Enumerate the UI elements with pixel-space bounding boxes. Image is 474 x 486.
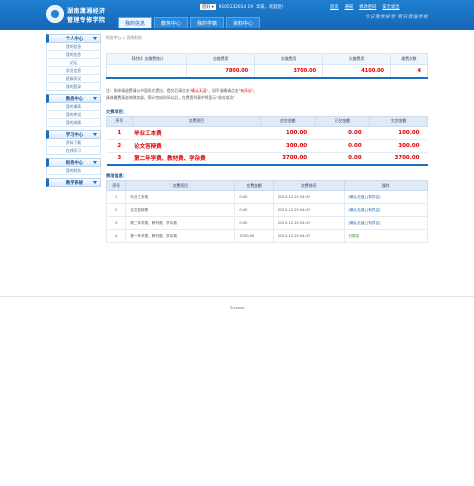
sidebar-group-academic: 教务中心 我的课表 我的考试 我的成绩: [46, 94, 101, 127]
tab-academic-center[interactable]: 教务中心: [154, 17, 189, 28]
chevron-down-icon: [93, 133, 97, 136]
column-header: 交费金额: [234, 180, 274, 191]
summary-header: 【财务】应缴费统计: [105, 53, 188, 65]
column-header: 欠交金额: [369, 115, 428, 127]
sidebar: 个人中心 我的信息 我的信息 论坛 学员信息 班级状况 我的登录 教务中心 我的…: [46, 34, 101, 190]
summary-header: 应缴费用: [186, 53, 256, 65]
school-seal-icon: [46, 5, 64, 23]
fee-summary-table: 【财务】应缴费统计 应缴费用 实缴费用 欠缴费用 缴费次数 7800.00 37…: [105, 53, 428, 79]
confirm-link[interactable]: [确认无误]: [349, 208, 366, 212]
account-name: 华某，欢迎您!: [255, 5, 284, 10]
summary-header: 实缴费用: [254, 53, 324, 65]
note-line: 具体缴费请咨询财务部，预计完成时间以后，在费用列表中将显示“核对成功”: [106, 95, 236, 100]
logout-link[interactable]: 安全退出: [382, 4, 399, 10]
dispute-link[interactable]: [有异议]: [367, 208, 381, 212]
sidebar-item[interactable]: 在线学习: [46, 147, 101, 155]
tab-my-info[interactable]: 我的信息: [118, 17, 153, 28]
table-row: 1 毕业工本费 0.00 2013-12-20 04:47 [确认无误] [有异…: [105, 190, 429, 204]
account-bar: 您好 ▾ 9105132014 19 华某，欢迎您!: [200, 3, 283, 11]
sidebar-item[interactable]: 学员信息: [46, 67, 101, 75]
column-header: 交费时间: [272, 180, 345, 191]
summary-header: 欠缴费用: [322, 53, 392, 65]
greeting-select[interactable]: 您好 ▾: [200, 4, 216, 10]
change-password-link[interactable]: 修改密码: [359, 4, 376, 10]
chevron-down-icon: [93, 161, 97, 164]
notice-link[interactable]: 通知: [345, 4, 354, 10]
confirm-link[interactable]: [确认无误]: [349, 195, 366, 199]
footer: ©xxxxx: [0, 296, 474, 310]
top-links: 首页 通知 修改密码 安全退出: [330, 3, 400, 11]
main-nav: 我的信息 教务中心 我的学籍 资料中心: [118, 17, 261, 28]
table-row: 1 毕业工本费 100.00 0.00 100.00: [106, 125, 428, 140]
column-header: 序号: [106, 115, 133, 127]
table-row: 3 第二年学费、教材费、学杂费 0.00 2013-12-20 04:47 [确…: [105, 216, 429, 230]
sidebar-group-personal: 个人中心 我的信息 我的信息 论坛 学员信息 班级状况 我的登录: [46, 34, 101, 91]
table-row: 3 第二年学费、教材费、学杂费 3700.00 0.00 3700.00: [106, 151, 428, 166]
fee-items-table: 序号 交费项目 应交金额 已交金额 欠交金额 1 毕业工本费 100.00 0.…: [106, 115, 428, 166]
column-header: 序号: [105, 180, 127, 191]
column-header: 应交金额: [260, 115, 316, 127]
logo-line1: 湖南潇湘经济: [67, 8, 106, 15]
status-badge: 已核实: [348, 233, 360, 238]
logo-line2: 管理专修学院: [67, 17, 106, 24]
sidebar-item[interactable]: 我的信息: [46, 43, 101, 51]
column-header: 已交金额: [314, 115, 371, 127]
fee-items-title: 欠费项目：: [106, 108, 127, 114]
sidebar-item[interactable]: 我的财务: [46, 167, 101, 175]
summary-owed: 4100.00: [322, 64, 392, 79]
records-title: 费用信息：: [106, 173, 127, 178]
chevron-down-icon: [93, 37, 97, 40]
note-line: 注：如申请退费请以书面形式提出，提交后请点击"确认无误"，如不准确请点击"有异议…: [106, 87, 258, 93]
payment-records-table: 序号 交费项目 交费金额 交费时间 操作 1 毕业工本费 0.00 2013-1…: [105, 180, 429, 243]
column-header: 操作: [343, 180, 429, 191]
sidebar-item[interactable]: 论坛: [46, 59, 101, 67]
notes: 注：如申请退费请以书面形式提出，提交后请点击"确认无误"，如不准确请点击"有异议…: [106, 87, 428, 102]
tab-resource-center[interactable]: 资料中心: [226, 17, 261, 28]
slogan: 今日我学好学 明日我强学校: [365, 15, 429, 20]
school-logo[interactable]: 湖南潇湘经济 管理专修学院: [46, 4, 116, 26]
confirm-link[interactable]: [确认无误]: [349, 221, 366, 225]
dispute-link[interactable]: [有异议]: [367, 195, 381, 199]
sidebar-item[interactable]: 资料下载: [46, 139, 101, 147]
summary-paid: 3700.00: [254, 64, 324, 79]
sidebar-group-learning: 学习中心 资料下载 在线学习: [46, 130, 101, 155]
sidebar-group-header[interactable]: 个人中心: [46, 34, 101, 43]
account-id: 9105132014 19: [218, 4, 253, 10]
main-content: 财务中心 > 我的财务 【财务】应缴费统计 应缴费用 实缴费用 欠缴费用 缴费次…: [105, 34, 429, 243]
sidebar-item[interactable]: 我的考试: [46, 111, 101, 119]
column-header: 交费项目: [125, 180, 236, 191]
summary-count: 4: [390, 64, 428, 79]
chevron-down-icon: ▾: [211, 4, 214, 10]
sidebar-group-teaching: 教学系统: [46, 178, 101, 187]
chevron-down-icon: [93, 181, 97, 184]
table-row: 4 第一年学费、教材费、学杂费 3700.00 2013-12-20 04:47…: [105, 229, 429, 243]
sidebar-item[interactable]: 班级状况: [46, 75, 101, 83]
sidebar-item[interactable]: 我的信息: [46, 51, 101, 59]
column-header: 交费项目: [131, 115, 262, 127]
sidebar-item[interactable]: 我的成绩: [46, 119, 101, 127]
chevron-down-icon: [93, 97, 97, 100]
sidebar-group-header[interactable]: 教学系统: [46, 178, 101, 187]
home-link[interactable]: 首页: [330, 4, 339, 10]
dispute-link[interactable]: [有异议]: [367, 221, 381, 225]
summary-cell: [105, 64, 188, 79]
table-row: 2 论文答辩费 300.00 0.00 300.00: [106, 138, 428, 153]
sidebar-item[interactable]: 我的课表: [46, 103, 101, 111]
sidebar-group-header[interactable]: 学习中心: [46, 130, 101, 139]
breadcrumb: 财务中心 > 我的财务: [106, 35, 142, 40]
sidebar-item[interactable]: 我的登录: [46, 83, 101, 91]
table-row: 2 论文答辩费 0.00 2013-12-20 04:47 [确认无误] [有异…: [105, 203, 429, 217]
sidebar-group-header[interactable]: 教务中心: [46, 94, 101, 103]
summary-due: 7800.00: [186, 64, 256, 79]
sidebar-group-finance: 财务中心 我的财务: [46, 158, 101, 175]
summary-header: 缴费次数: [390, 53, 428, 65]
header: 湖南潇湘经济 管理专修学院 您好 ▾ 9105132014 19 华某，欢迎您! …: [0, 0, 474, 30]
sidebar-group-header[interactable]: 财务中心: [46, 158, 101, 167]
tab-student-status[interactable]: 我的学籍: [190, 17, 225, 28]
